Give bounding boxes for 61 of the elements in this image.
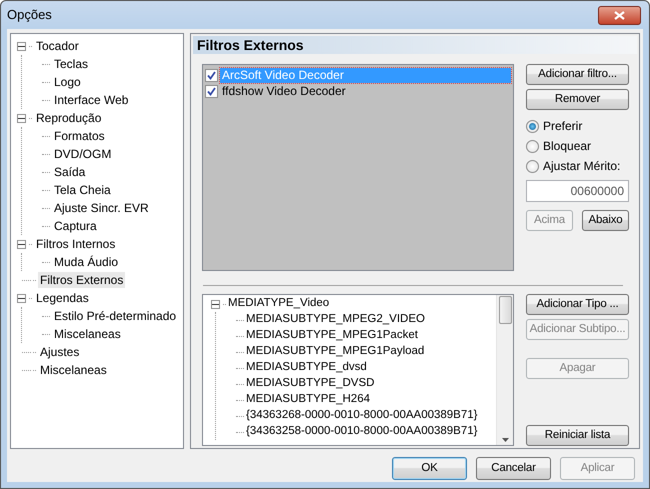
- button: Adicionar Subtipo...: [526, 319, 629, 340]
- tree-item[interactable]: MEDIASUBTYPE_MPEG1Packet: [246, 327, 418, 345]
- close-icon: [614, 10, 625, 20]
- close-button[interactable]: [598, 6, 641, 24]
- tree-item[interactable]: Formatos: [52, 128, 107, 144]
- tree-item[interactable]: Reprodução: [34, 110, 104, 126]
- radio-label: Ajustar Mérito:: [543, 158, 620, 175]
- page-title: Filtros Externos: [193, 36, 637, 54]
- tree-item[interactable]: Ajustes: [38, 344, 82, 360]
- merit-field[interactable]: 00600000: [526, 180, 629, 202]
- button[interactable]: Abaixo: [582, 210, 629, 231]
- tree-item[interactable]: Estilo Pré-determinado: [52, 308, 178, 324]
- button: Aplicar: [560, 457, 635, 480]
- collapse-icon[interactable]: [211, 300, 220, 308]
- tree-item[interactable]: Interface Web: [52, 92, 130, 108]
- tree-item[interactable]: Captura: [52, 218, 99, 234]
- tree-item[interactable]: Tela Cheia: [52, 182, 113, 198]
- tree-item[interactable]: MEDIASUBTYPE_MPEG1Payload: [246, 343, 424, 361]
- tree-item[interactable]: MEDIASUBTYPE_H264: [246, 391, 370, 409]
- collapse-icon[interactable]: [17, 240, 26, 248]
- tree-item[interactable]: Legendas: [34, 290, 91, 306]
- tree-item[interactable]: MEDIASUBTYPE_DVSD: [246, 375, 374, 393]
- button: Apagar: [526, 358, 629, 379]
- button[interactable]: Remover: [526, 89, 629, 110]
- filter-item[interactable]: ffdshow Video Decoder: [220, 84, 511, 98]
- tree-item[interactable]: {34363258-0000-0010-8000-00AA00389B71}: [246, 423, 478, 441]
- tree-item[interactable]: Miscelaneas: [38, 362, 109, 378]
- button: Acima: [526, 210, 573, 231]
- tree-item[interactable]: MEDIASUBTYPE_dvsd: [246, 359, 367, 377]
- radio-button[interactable]: [526, 120, 539, 132]
- tree-item[interactable]: Filtros Externos: [38, 272, 126, 288]
- scrollbar[interactable]: [496, 295, 513, 445]
- checkbox[interactable]: [205, 68, 218, 82]
- scroll-thumb[interactable]: [498, 296, 512, 324]
- tree-item[interactable]: Muda Áudio: [52, 254, 120, 270]
- tree-item[interactable]: {34363268-0000-0010-8000-00AA00389B71}: [246, 407, 478, 425]
- radio-label: Bloquear: [543, 138, 592, 155]
- button[interactable]: Adicionar filtro...: [526, 64, 629, 85]
- scroll-down-icon[interactable]: [502, 438, 508, 442]
- checkbox[interactable]: [205, 84, 218, 98]
- button[interactable]: Reiniciar lista: [526, 425, 629, 446]
- collapse-icon[interactable]: [17, 294, 26, 302]
- collapse-icon[interactable]: [17, 42, 26, 50]
- collapse-icon[interactable]: [17, 114, 26, 122]
- tree-item[interactable]: Miscelaneas: [52, 326, 123, 342]
- radio-label: Preferir: [543, 118, 582, 135]
- tree-item[interactable]: MEDIASUBTYPE_MPEG2_VIDEO: [246, 311, 425, 329]
- tree-item[interactable]: Logo: [52, 74, 83, 90]
- tree-item[interactable]: MEDIATYPE_Video: [228, 295, 330, 313]
- radio-button[interactable]: [526, 160, 539, 172]
- button[interactable]: OK: [392, 457, 467, 480]
- button[interactable]: Cancelar: [476, 457, 551, 480]
- window-title: Opções: [7, 6, 52, 24]
- button[interactable]: Adicionar Tipo ...: [526, 294, 629, 315]
- tree-item[interactable]: Tocador: [34, 38, 81, 54]
- tree-item[interactable]: DVD/OGM: [52, 146, 114, 162]
- radio-button[interactable]: [526, 140, 539, 152]
- tree-item[interactable]: Filtros Internos: [34, 236, 118, 252]
- tree-item[interactable]: Teclas: [52, 56, 90, 72]
- tree-item[interactable]: Saída: [52, 164, 88, 180]
- tree-item[interactable]: Ajuste Sincr. EVR: [52, 200, 151, 216]
